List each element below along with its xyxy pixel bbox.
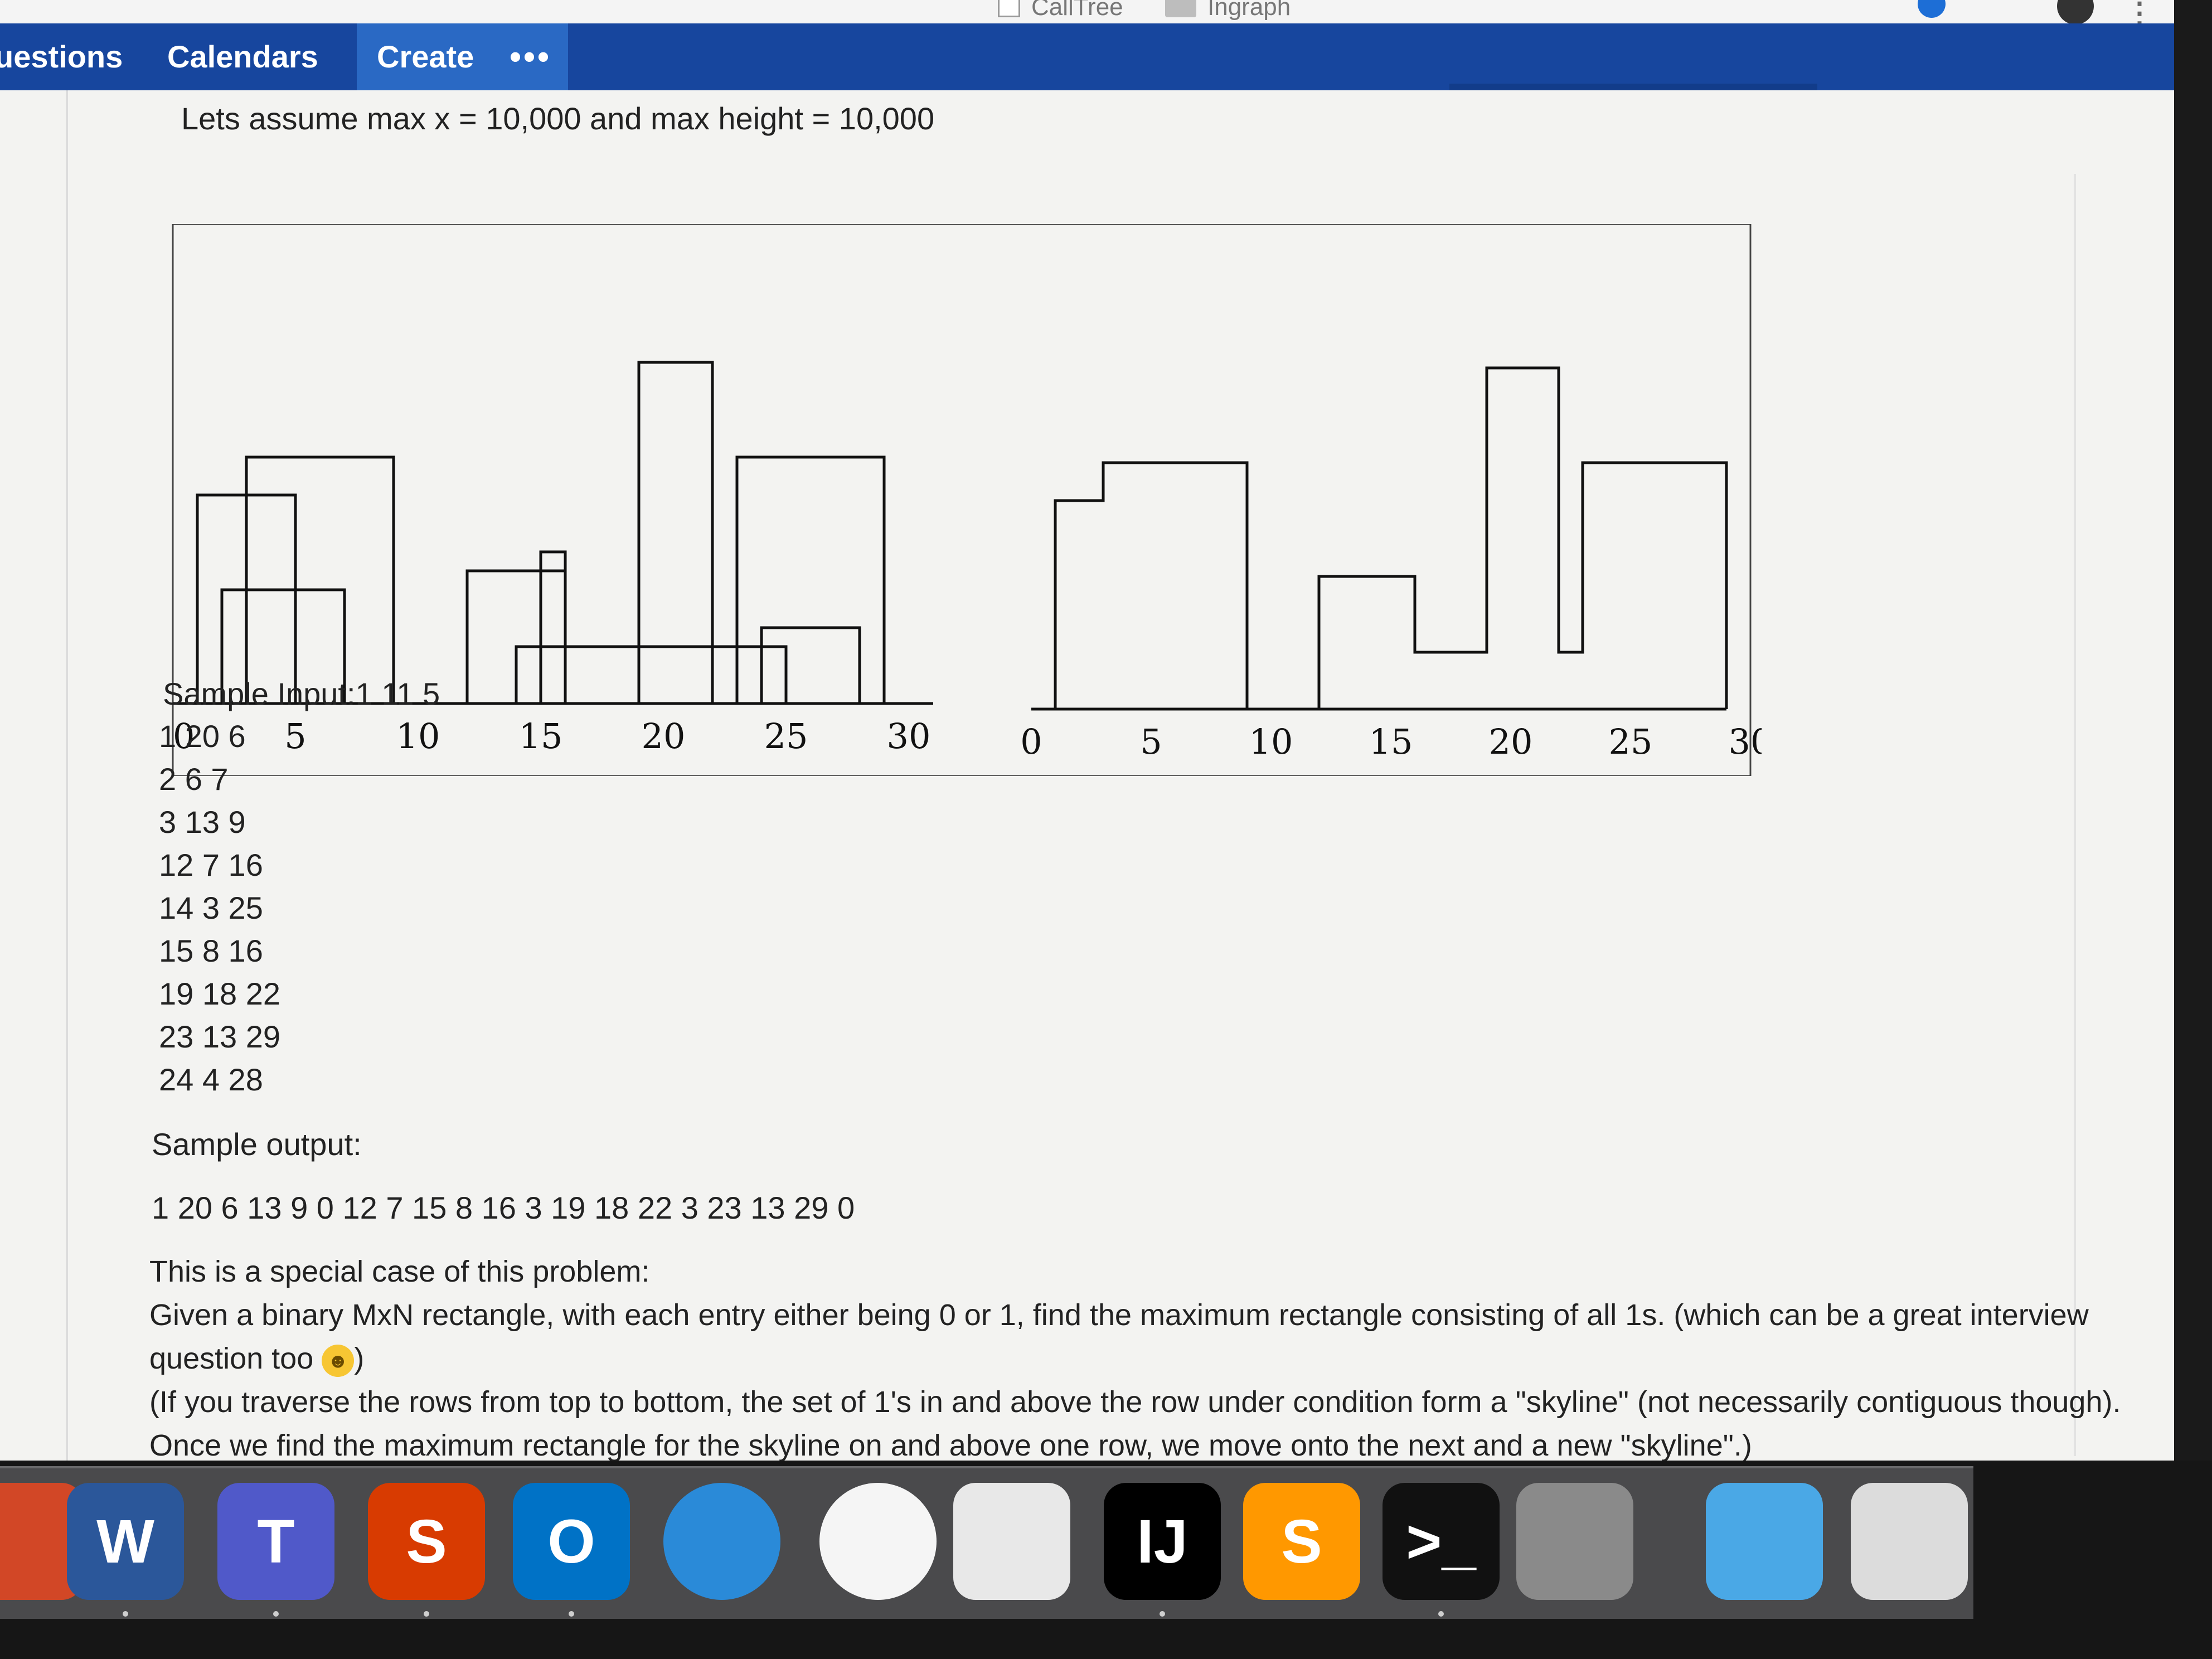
running-indicator	[569, 1611, 574, 1617]
building-rect	[637, 361, 714, 705]
dock: W T S O IJ S >_	[0, 1461, 2212, 1659]
trash-icon[interactable]	[1851, 1483, 1968, 1600]
paragraph-1: This is a special case of this problem:	[149, 1255, 650, 1288]
bookmark-label: Ingraph	[1207, 0, 1291, 21]
running-indicator	[424, 1611, 429, 1617]
paragraph-2: Given a binary MxN rectangle, with each …	[149, 1298, 2089, 1332]
skyline-outline	[1054, 366, 1728, 711]
nav-questions[interactable]: uestions	[0, 23, 123, 90]
tick-label: 15	[1369, 721, 1413, 762]
paragraph-3-close: )	[354, 1342, 365, 1375]
system-preferences-icon[interactable]	[1516, 1483, 1633, 1600]
wifi-utility-icon[interactable]	[819, 1483, 937, 1600]
tick-label: 0	[1020, 721, 1042, 762]
sample-output-label: Sample output:	[152, 1127, 362, 1162]
sample-input-line: 3 13 9	[159, 804, 246, 840]
tick-label: 30	[1729, 721, 1762, 762]
running-indicator	[1438, 1611, 1444, 1617]
paragraph-4: (If you traverse the rows from top to bo…	[149, 1385, 2121, 1419]
vpn-client-icon[interactable]	[663, 1483, 780, 1600]
tick-label: 25	[764, 716, 808, 756]
tick-label: 25	[1609, 721, 1653, 762]
intro-text: Lets assume max x = 10,000 and max heigh…	[181, 101, 935, 136]
sample-input-line: 19 18 22	[159, 976, 280, 1011]
grin-emoji-icon: ☻	[322, 1344, 355, 1377]
bookmark-page-icon	[998, 0, 1020, 17]
sample-input-line: 14 3 25	[159, 890, 263, 925]
paragraph-3-text: question too	[149, 1342, 314, 1375]
tick-label: 10	[396, 716, 440, 756]
intellij-idea-icon[interactable]: IJ	[1104, 1483, 1221, 1600]
skyline-chart: 0 5 10 15 20 25 30	[1020, 366, 1762, 762]
sample-input-line: 15 8 16	[159, 933, 263, 968]
teams-icon[interactable]: T	[217, 1483, 334, 1600]
building-rect	[515, 645, 788, 705]
building-rect	[539, 550, 567, 705]
tick-label: 5	[284, 716, 306, 756]
bookmark-calltree[interactable]: CallTree	[998, 0, 1123, 21]
terminal-icon[interactable]: >_	[1382, 1483, 1500, 1600]
paragraph-5: Once we find the maximum rectangle for t…	[149, 1429, 1752, 1461]
sample-input-line: 12 7 16	[159, 847, 263, 882]
sample-input-line: 1 20 6	[159, 719, 246, 754]
tick-label: 5	[1140, 721, 1162, 762]
create-button[interactable]: Create	[357, 23, 494, 90]
content-border	[66, 90, 68, 1461]
sublime-text-icon[interactable]: S	[1243, 1483, 1360, 1600]
tick-label: 15	[519, 716, 563, 756]
tick-label: 20	[1489, 721, 1533, 762]
more-menu-button[interactable]: •••	[493, 23, 569, 90]
bookmark-label: CallTree	[1031, 0, 1123, 21]
paragraph-3: question too ☻)	[149, 1341, 364, 1377]
tick-label: 20	[642, 716, 686, 756]
outlook-icon[interactable]: O	[513, 1483, 630, 1600]
sample-input-line: 2 6 7	[159, 761, 229, 797]
word-icon[interactable]: W	[67, 1483, 184, 1600]
running-indicator	[123, 1611, 128, 1617]
sample-output: 1 20 6 13 9 0 12 7 15 8 16 3 19 18 22 3 …	[152, 1190, 855, 1225]
sample-input-line: 23 13 29	[159, 1019, 280, 1054]
profile-avatar[interactable]	[2057, 0, 2094, 25]
bookmark-ingraph[interactable]: Ingraph	[1165, 0, 1291, 21]
skype-for-business-icon[interactable]: S	[368, 1483, 485, 1600]
tick-label: 30	[887, 716, 931, 756]
folder-icon	[1165, 0, 1196, 17]
building-rect	[735, 455, 886, 705]
extension-icon[interactable]	[1918, 0, 1946, 18]
workspace-app-icon[interactable]	[953, 1483, 1070, 1600]
downloads-folder-icon[interactable]	[1706, 1483, 1823, 1600]
building-rect	[760, 626, 861, 705]
content-border	[2074, 174, 2076, 1456]
post-content: Lets assume max x = 10,000 and max heigh…	[0, 90, 2174, 1461]
nav-calendars[interactable]: Calendars	[167, 23, 318, 90]
browser-window: CallTree Ingraph ⋮ uestions Calendars Cr…	[0, 0, 2174, 1461]
running-indicator	[1160, 1611, 1165, 1617]
sample-input-label: Sample Input:1 11 5	[163, 676, 440, 711]
tick-label: 10	[1249, 721, 1293, 762]
running-indicator	[273, 1611, 279, 1617]
sample-input-line: 24 4 28	[159, 1062, 263, 1097]
